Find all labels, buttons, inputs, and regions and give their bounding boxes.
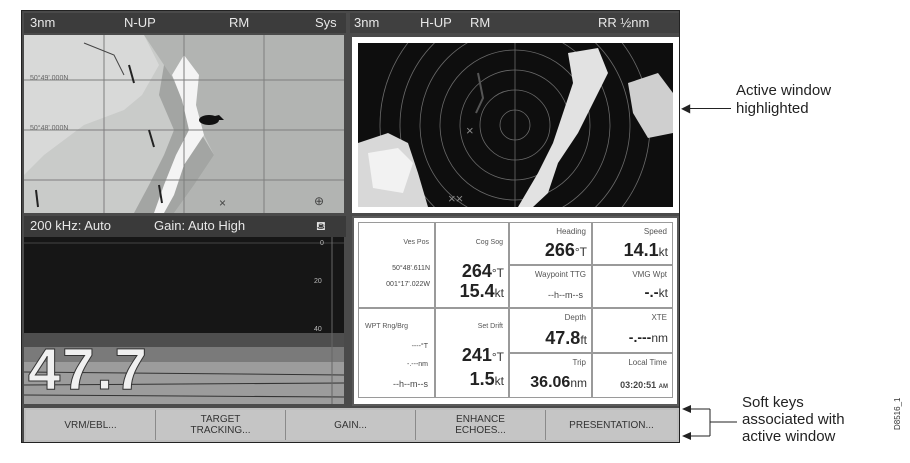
depth-label: Depth: [564, 313, 586, 322]
vmg-wpt-label: VMG Wpt: [632, 270, 667, 279]
trip-label: Trip: [572, 358, 586, 367]
chart-header: 3nm N-UP RM Sys: [24, 13, 346, 33]
figure-id: D8516_1: [893, 397, 902, 430]
local-time-value: 03:20:51 AM: [620, 380, 668, 390]
xte-cell: XTE -.---nm: [592, 308, 673, 353]
depth-cell: Depth 47.8ft: [509, 308, 592, 353]
softkey-vrm-ebl[interactable]: VRM/EBL...: [26, 410, 156, 440]
svg-text:×: ×: [466, 123, 474, 138]
local-time-cell: Local Time 03:20:51 AM: [592, 353, 673, 398]
speed-cell: Speed 14.1kt: [592, 222, 673, 265]
sonar-scale-0: 0: [320, 240, 324, 247]
cog-sog-label: Cog Sog: [475, 239, 503, 246]
chart-window[interactable]: ⊕ × 50°49'.000N 50°48'.000N: [24, 35, 344, 213]
vessel-position-cell: Ves Pos 50°48'.611N 001°17'.022W: [358, 222, 435, 308]
sonar-gain: Gain: Auto High: [154, 218, 246, 233]
vessel-latitude: 50°48'.611N: [392, 265, 430, 272]
chart-sys: Sys: [315, 15, 337, 30]
speed-value: 14.1kt: [623, 240, 668, 260]
waypoint-cell: WPT Rng/Brg ----°T -.---nm --h--m--s: [358, 308, 435, 398]
waypoint-ttg-label: Waypoint TTG: [534, 270, 586, 279]
radar-sweep: × ××: [358, 43, 673, 207]
waypoint-bearing: ----°T: [411, 343, 428, 350]
heading-cell: Heading 266°T: [509, 222, 592, 265]
sonar-depth-readout: 47.7: [28, 337, 149, 402]
vessel-position-label: Ves Pos: [403, 239, 429, 246]
set-drift-cell: Set Drift 241°T 1.5kt: [435, 308, 509, 398]
waypoint-time: --h--m--s: [393, 379, 428, 389]
svg-text:⊕: ⊕: [314, 194, 324, 208]
chart-orientation: N-UP: [124, 15, 156, 30]
sog-value: 15.4kt: [459, 281, 504, 301]
sonar-header: 200 kHz: Auto Gain: Auto High ⛾: [24, 216, 346, 237]
sonar-scale-20: 20: [314, 278, 322, 285]
sonar-window[interactable]: 0 20 40 47.7: [24, 237, 344, 404]
waypoint-range: -.---nm: [407, 361, 428, 368]
soft-keys-annotation: Soft keys associated with active window: [742, 394, 845, 445]
svg-text:××: ××: [448, 191, 463, 206]
waypoint-label: WPT Rng/Brg: [365, 323, 409, 330]
soft-keys-bracket: [682, 405, 737, 440]
set-drift-label: Set Drift: [477, 323, 503, 330]
radar-rings: RR ½nm: [598, 15, 650, 30]
data-window[interactable]: Ves Pos 50°48'.611N 001°17'.022W Cog Sog…: [352, 216, 679, 406]
radar-motion: RM: [470, 15, 491, 30]
waypoint-ttg-cell: Waypoint TTG --h--m--s: [509, 265, 592, 308]
radar-range: 3nm: [354, 15, 380, 30]
softkey-gain[interactable]: GAIN...: [286, 410, 416, 440]
xte-label: XTE: [651, 313, 667, 322]
waypoint-ttg-value: --h--m--s: [548, 290, 583, 300]
cog-sog-cell: Cog Sog 264°T 15.4kt: [435, 222, 509, 308]
softkey-enhance-echoes[interactable]: ENHANCE ECHOES...: [416, 410, 546, 440]
local-time-label: Local Time: [628, 358, 667, 367]
vmg-wpt-value: -.-kt: [644, 284, 668, 301]
active-window-annotation: Active window highlighted: [736, 82, 832, 117]
radar-header: 3nm H-UP RM RR ½nm: [350, 13, 679, 33]
vmg-wpt-cell: VMG Wpt -.-kt: [592, 265, 673, 308]
active-window-arrowhead: ◀: [681, 101, 691, 115]
svg-text:×: ×: [219, 196, 226, 210]
sonar-frequency: 200 kHz: Auto: [30, 218, 111, 233]
chart-lat-label-1: 50°49'.000N: [30, 75, 69, 82]
chart-motion: RM: [229, 15, 250, 30]
radar-display: × ××: [358, 43, 673, 207]
speed-label: Speed: [643, 227, 667, 236]
depth-value: 47.8ft: [545, 328, 587, 348]
softkey-target-tracking[interactable]: TARGET TRACKING...: [156, 410, 286, 440]
drift-value: 1.5kt: [469, 369, 504, 389]
boat-icon: ⛾: [316, 219, 326, 233]
set-value: 241°T: [461, 345, 504, 365]
chart-map: ⊕ ×: [24, 35, 344, 213]
cog-value: 264°T: [461, 261, 504, 281]
softkey-bar: VRM/EBL... TARGET TRACKING... GAIN... ENH…: [24, 408, 679, 442]
xte-value: -.---nm: [628, 329, 668, 345]
heading-value: 266°T: [544, 240, 587, 260]
trip-cell: Trip 36.06nm: [509, 353, 592, 398]
sonar-scale-40: 40: [314, 326, 322, 333]
heading-label: Heading: [556, 227, 586, 236]
softkey-presentation[interactable]: PRESENTATION...: [546, 410, 677, 440]
radar-window-active[interactable]: × ××: [352, 37, 679, 213]
trip-value: 36.06nm: [530, 374, 587, 391]
chart-range: 3nm: [30, 15, 56, 30]
chart-lat-label-2: 50°48'.000N: [30, 125, 69, 132]
radar-orientation: H-UP: [420, 15, 452, 30]
vessel-longitude: 001°17'.022W: [386, 281, 430, 288]
